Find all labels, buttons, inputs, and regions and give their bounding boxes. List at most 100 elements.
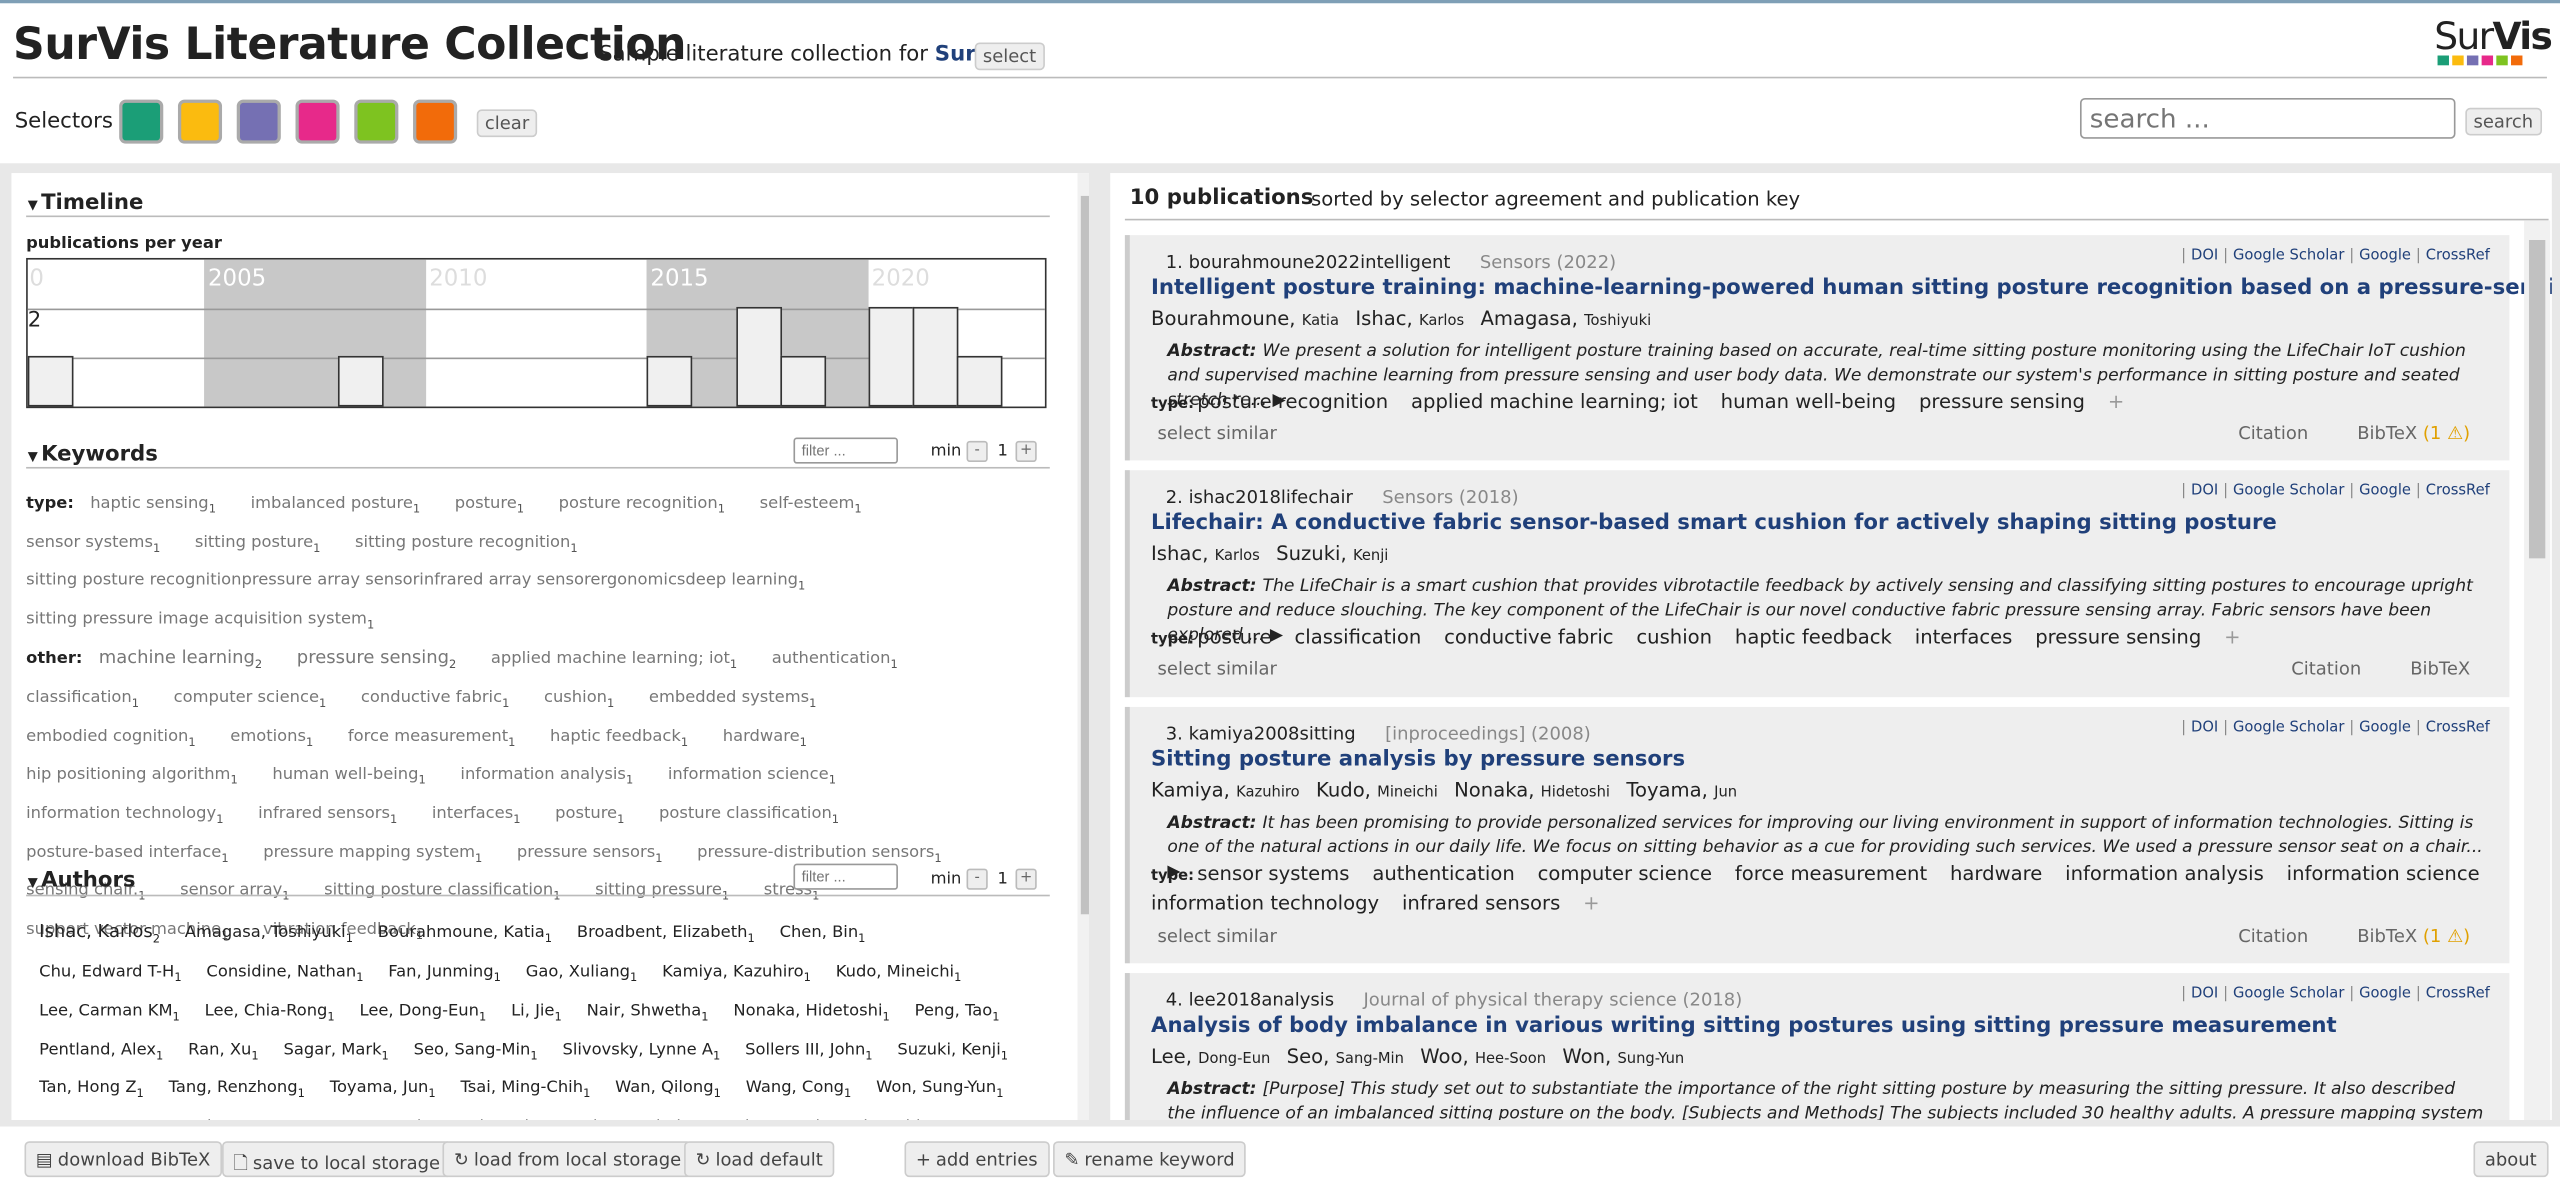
link-google-scholar[interactable]: Google Scholar xyxy=(2233,720,2344,736)
author-tag[interactable]: Tang, Renzhong1 xyxy=(169,1080,305,1101)
publication-title[interactable]: Sitting posture analysis by pressure sen… xyxy=(1151,748,1685,772)
publication-tag[interactable]: pressure sensing xyxy=(1919,390,2085,413)
keyword-tag[interactable]: applied machine learning; iot1 xyxy=(491,650,737,671)
add-entries-button[interactable]: + add entries xyxy=(904,1141,1050,1178)
author-tag[interactable]: Nair, Shwetha1 xyxy=(587,1002,709,1023)
author-tag[interactable]: Kamiya, Kazuhiro1 xyxy=(662,963,811,984)
keyword-tag[interactable]: hardware1 xyxy=(723,728,807,749)
author-tag[interactable]: Ishac, Karlos2 xyxy=(39,921,160,946)
author-tag[interactable]: Zhu, Zhiyuan1 xyxy=(852,1119,968,1120)
bibtex-button[interactable]: BibTeX xyxy=(2410,658,2470,679)
bibtex-button[interactable]: BibTeX (1 ⚠) xyxy=(2357,423,2470,444)
add-tag-button[interactable]: + xyxy=(2108,390,2124,413)
author-tag[interactable]: Slivovsky, Lynne A1 xyxy=(562,1041,720,1062)
publication-author[interactable]: Suzuki, Kenji xyxy=(1276,542,1388,565)
selector-swatch-4[interactable] xyxy=(295,99,340,144)
publication-author[interactable]: Ishac, Karlos xyxy=(1355,307,1464,330)
right-scrollbar-thumb[interactable] xyxy=(2528,239,2546,559)
publication-title[interactable]: Lifechair: A conductive fabric sensor-ba… xyxy=(1151,511,2277,535)
keywords-filter-input[interactable] xyxy=(793,437,898,464)
author-tag[interactable]: Wan, Qilong1 xyxy=(615,1080,721,1101)
keyword-tag[interactable]: classification1 xyxy=(26,689,139,710)
keyword-tag[interactable]: authentication1 xyxy=(772,650,898,671)
link-doi[interactable]: DOI xyxy=(2191,986,2218,1002)
publication-tag[interactable]: authentication xyxy=(1372,862,1514,885)
authors-header[interactable]: ▼ Authors xyxy=(28,869,136,893)
keyword-tag[interactable]: pressure-distribution sensors1 xyxy=(697,843,942,864)
left-scrollbar-thumb[interactable] xyxy=(1080,195,1089,915)
author-tag[interactable]: Tsai, Ming-Chih1 xyxy=(461,1080,591,1101)
keyword-tag[interactable]: imbalanced posture1 xyxy=(251,495,421,516)
keyword-tag[interactable]: sitting pressure image acquisition syste… xyxy=(26,610,374,631)
author-tag[interactable]: Zhang, Xiangying1 xyxy=(406,1119,557,1120)
link-doi[interactable]: DOI xyxy=(2191,483,2218,499)
publication-author[interactable]: Nonaka, Hidetoshi xyxy=(1454,779,1610,802)
author-tag[interactable]: Zhao, Haiming1 xyxy=(582,1119,709,1120)
publication-tag[interactable]: pressure sensing xyxy=(2035,625,2201,648)
bibtex-button[interactable]: BibTeX (1 ⚠) xyxy=(2357,926,2470,947)
keyword-tag[interactable]: posture-based interface1 xyxy=(26,843,228,864)
keyword-tag[interactable]: sitting pressure1 xyxy=(595,882,729,903)
publication-tag[interactable]: computer science xyxy=(1538,862,1712,885)
author-tag[interactable]: Peng, Tao1 xyxy=(915,1002,1000,1023)
keyword-tag[interactable]: sitting posture recognition1 xyxy=(355,533,578,554)
publication-tag[interactable]: human well-being xyxy=(1721,390,1896,413)
keyword-tag[interactable]: human well-being1 xyxy=(272,766,425,787)
timeline-bar[interactable] xyxy=(337,355,384,407)
author-tag[interactable]: Broadbent, Elizabeth1 xyxy=(577,924,755,945)
keyword-tag[interactable]: haptic sensing1 xyxy=(90,495,216,516)
keyword-tag[interactable]: interfaces1 xyxy=(432,805,521,826)
timeline-bar[interactable] xyxy=(647,355,694,407)
citation-button[interactable]: Citation xyxy=(2238,926,2308,947)
add-tag-button[interactable]: + xyxy=(2224,625,2240,648)
keyword-tag[interactable]: information analysis1 xyxy=(460,766,633,787)
author-tag[interactable]: Chen, Bin1 xyxy=(780,924,866,945)
link-doi[interactable]: DOI xyxy=(2191,248,2218,264)
keyword-tag[interactable]: posture1 xyxy=(555,805,624,826)
publication-tag[interactable]: conductive fabric xyxy=(1444,625,1613,648)
timeline-chart[interactable]: 0 2005 2010 2015 2020 2 xyxy=(26,257,1047,409)
select-similar-button[interactable]: select similar xyxy=(1158,658,1277,679)
selector-swatch-6[interactable] xyxy=(413,99,458,144)
publication-tag[interactable]: classification xyxy=(1295,625,1422,648)
keyword-tag[interactable]: embodied cognition1 xyxy=(26,728,196,749)
link-google[interactable]: Google xyxy=(2359,720,2411,736)
save-local-storage-button[interactable]: 🗋 save to local storage xyxy=(222,1141,452,1178)
keywords-min-increment[interactable]: + xyxy=(1015,440,1037,463)
timeline-header[interactable]: ▼ Timeline xyxy=(28,191,144,215)
selector-swatch-1[interactable] xyxy=(119,99,164,144)
publication-author[interactable]: Lee, Dong-Eun xyxy=(1151,1045,1270,1068)
left-scrollbar[interactable] xyxy=(1077,173,1089,1120)
publication-tag[interactable]: information technology xyxy=(1151,891,1379,914)
download-bibtex-button[interactable]: ▤ download BibTeX xyxy=(24,1141,222,1178)
keyword-tag[interactable]: sitting posture recognitionpressure arra… xyxy=(26,572,805,593)
timeline-bar[interactable] xyxy=(956,355,1003,407)
author-tag[interactable]: Gao, Xuliang1 xyxy=(526,963,638,984)
author-tag[interactable]: Woo, Hee-Soon1 xyxy=(39,1119,171,1120)
citation-button[interactable]: Citation xyxy=(2291,658,2361,679)
search-button[interactable]: search xyxy=(2465,107,2542,136)
keyword-tag[interactable]: pressure sensing2 xyxy=(297,647,457,672)
publication-tag[interactable]: information science xyxy=(2287,862,2480,885)
keyword-tag[interactable]: pressure mapping system1 xyxy=(263,843,482,864)
publication-tag[interactable]: information analysis xyxy=(2065,862,2264,885)
selector-swatch-5[interactable] xyxy=(354,99,399,144)
link-crossref[interactable]: CrossRef xyxy=(2426,986,2490,1002)
author-tag[interactable]: Chu, Edward T-H1 xyxy=(39,963,181,984)
author-tag[interactable]: Kudo, Mineichi1 xyxy=(836,963,962,984)
link-google[interactable]: Google xyxy=(2359,986,2411,1002)
keywords-min-decrement[interactable]: - xyxy=(966,440,988,463)
publication-tag[interactable]: sensor systems xyxy=(1197,862,1349,885)
clear-selectors-button[interactable]: clear xyxy=(476,109,538,138)
author-tag[interactable]: Pentland, Alex1 xyxy=(39,1041,163,1062)
keyword-tag[interactable]: computer science1 xyxy=(174,689,327,710)
publication-author[interactable]: Kamiya, Kazuhiro xyxy=(1151,779,1300,802)
keyword-tag[interactable]: machine learning2 xyxy=(99,647,262,672)
keyword-tag[interactable]: hip positioning algorithm1 xyxy=(26,766,238,787)
link-google[interactable]: Google xyxy=(2359,248,2411,264)
keyword-tag[interactable]: self-esteem1 xyxy=(760,495,862,516)
publication-tag[interactable]: interfaces xyxy=(1915,625,2013,648)
link-crossref[interactable]: CrossRef xyxy=(2426,483,2490,499)
keyword-tag[interactable]: force measurement1 xyxy=(348,728,515,749)
author-tag[interactable]: Ran, Xu1 xyxy=(188,1041,259,1062)
